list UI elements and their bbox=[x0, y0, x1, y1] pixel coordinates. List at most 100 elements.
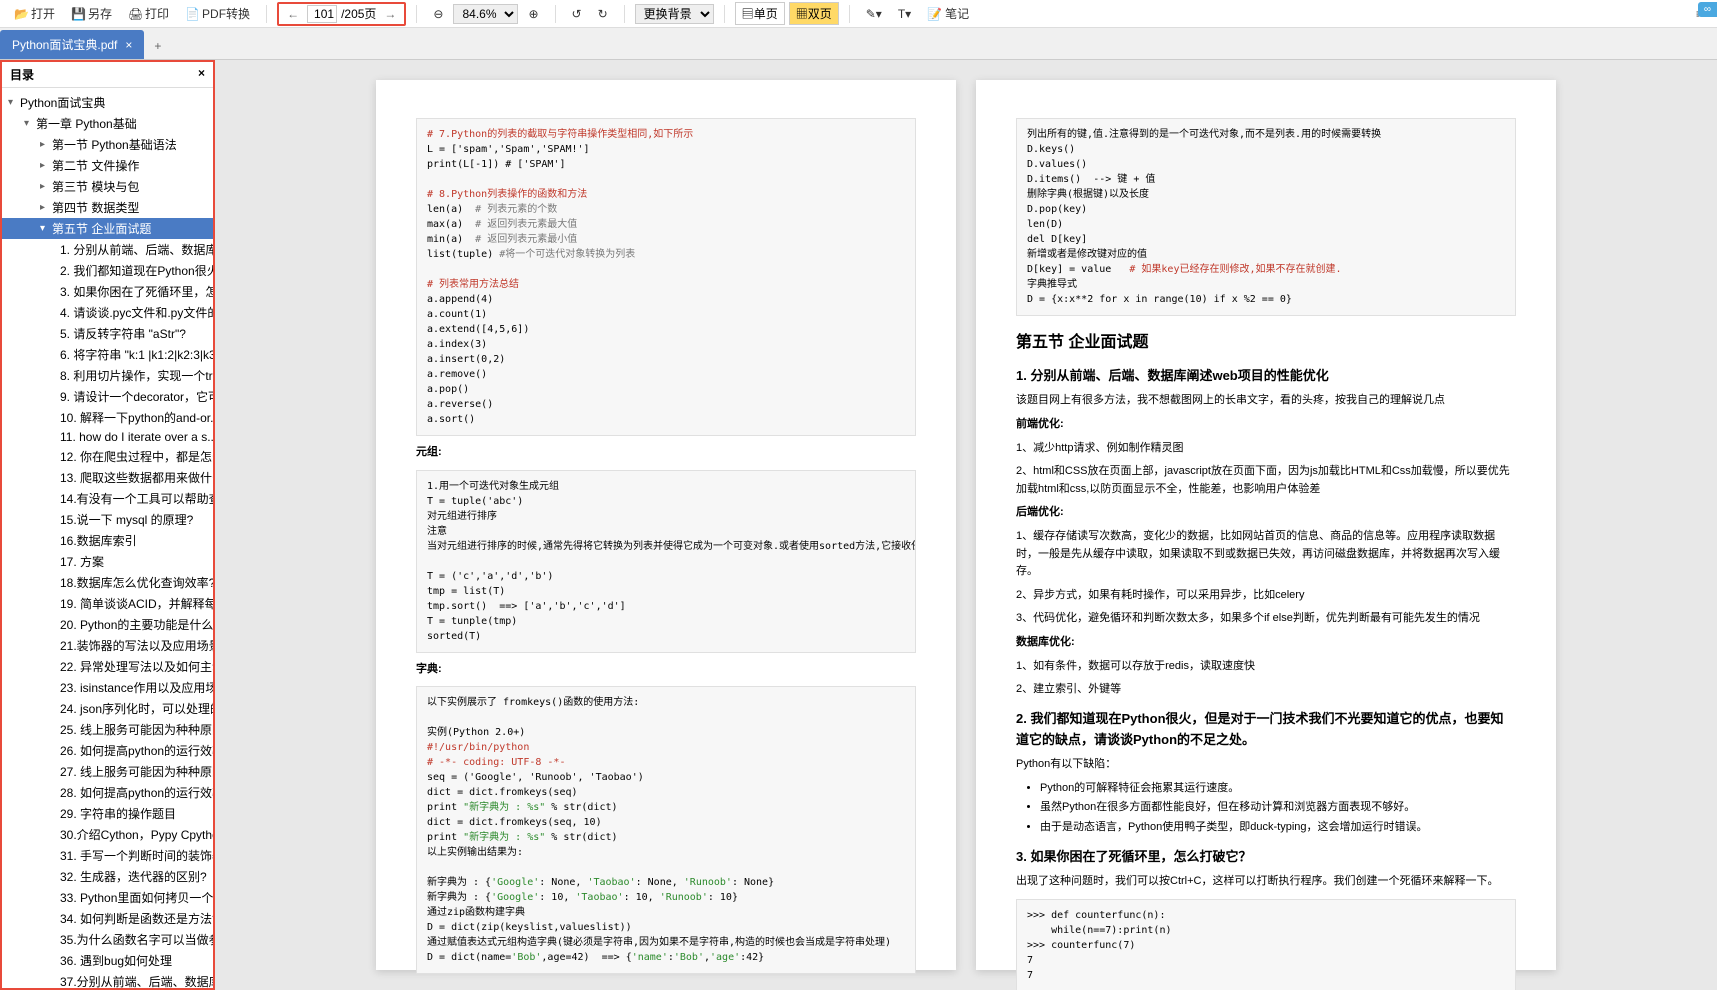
question-title: 3. 如果你困在了死循环里，怎么打破它？ bbox=[1016, 847, 1516, 868]
rotate-left-button[interactable]: ↺ bbox=[566, 5, 588, 23]
outline-sidebar: 目录 × ▾Python面试宝典 ▾第一章 Python基础 ▸第一节 Pyth… bbox=[0, 60, 215, 990]
tree-section[interactable]: ▸第三节 模块与包 bbox=[2, 176, 213, 197]
paragraph: 1、缓存存储读写次数高，变化少的数据，比如网站首页的信息、商品的信息等。应用程序… bbox=[1016, 528, 1516, 581]
tree-question-item[interactable]: 16.数据库索引 bbox=[2, 530, 213, 551]
page-right: 列出所有的键,值.注意得到的是一个可迭代对象,而不是列表.用的时候需要转换 D.… bbox=[976, 80, 1556, 970]
open-button[interactable]: 📂打开 bbox=[8, 3, 61, 24]
outline-tree: ▾Python面试宝典 ▾第一章 Python基础 ▸第一节 Python基础语… bbox=[2, 88, 213, 988]
zoom-in-button[interactable]: ⊕ bbox=[522, 5, 544, 23]
document-tab[interactable]: Python面试宝典.pdf × bbox=[0, 30, 144, 59]
label: 数据库优化: bbox=[1016, 634, 1516, 652]
tree-section[interactable]: ▸第二节 文件操作 bbox=[2, 155, 213, 176]
tree-question-item[interactable]: 18.数据库怎么优化查询效率? bbox=[2, 572, 213, 593]
tree-question-item[interactable]: 1. 分别从前端、后端、数据库... bbox=[2, 239, 213, 260]
tree-section[interactable]: ▸第一节 Python基础语法 bbox=[2, 134, 213, 155]
tree-question-item[interactable]: 29. 字符串的操作题目 bbox=[2, 803, 213, 824]
label: 前端优化: bbox=[1016, 416, 1516, 434]
paragraph: Python有以下缺陷： bbox=[1016, 756, 1516, 774]
tree-question-item[interactable]: 8. 利用切片操作，实现一个trim... bbox=[2, 365, 213, 386]
tree-question-item[interactable]: 2. 我们都知道现在Python很火... bbox=[2, 260, 213, 281]
tree-question-item[interactable]: 10. 解释一下python的and-or... bbox=[2, 407, 213, 428]
code-block: # 7.Python的列表的截取与字符串操作类型相同,如下所示 L = ['sp… bbox=[416, 118, 916, 436]
tree-question-item[interactable]: 34. 如何判断是函数还是方法? bbox=[2, 908, 213, 929]
tree-question-item[interactable]: 20. Python的主要功能是什么? bbox=[2, 614, 213, 635]
tree-question-item[interactable]: 11. how do I iterate over a s... bbox=[2, 428, 213, 446]
tree-root[interactable]: ▾Python面试宝典 bbox=[2, 92, 213, 113]
paragraph: 出现了这种问题时，我们可以按Ctrl+C，这样可以打断执行程序。我们创建一个死循… bbox=[1016, 873, 1516, 891]
paragraph: 1、如有条件，数据可以存放于redis，读取速度快 bbox=[1016, 658, 1516, 676]
tree-question-item[interactable]: 5. 请反转字符串 "aStr"? bbox=[2, 323, 213, 344]
text-button[interactable]: T▾ bbox=[892, 5, 917, 23]
page-total: /205页 bbox=[341, 5, 376, 22]
tree-question-item[interactable]: 3. 如果你困在了死循环里，怎... bbox=[2, 281, 213, 302]
tree-question-item[interactable]: 25. 线上服务可能因为种种原因... bbox=[2, 719, 213, 740]
tree-question-item[interactable]: 15.说一下 mysql 的原理? bbox=[2, 509, 213, 530]
tree-question-item[interactable]: 26. 如何提高python的运行效率... bbox=[2, 740, 213, 761]
add-tab-button[interactable]: + bbox=[144, 33, 171, 59]
tree-question-item[interactable]: 28. 如何提高python的运行效率... bbox=[2, 782, 213, 803]
tree-question-item[interactable]: 22. 异常处理写法以及如何主动... bbox=[2, 656, 213, 677]
tabs-bar: Python面试宝典.pdf × + bbox=[0, 28, 1717, 60]
paragraph: 1、减少http请求、例如制作精灵图 bbox=[1016, 440, 1516, 458]
print-button[interactable]: 🖨打印 bbox=[122, 3, 175, 24]
paragraph: 2、html和CSS放在页面上部，javascript放在页面下面，因为js加载… bbox=[1016, 463, 1516, 498]
label: 后端优化: bbox=[1016, 504, 1516, 522]
tree-question-item[interactable]: 36. 遇到bug如何处理 bbox=[2, 950, 213, 971]
zoom-select[interactable]: 84.6% bbox=[453, 4, 518, 24]
tree-question-item[interactable]: 33. Python里面如何拷贝一个对... bbox=[2, 887, 213, 908]
tree-question-item[interactable]: 9. 请设计一个decorator，它可... bbox=[2, 386, 213, 407]
tree-section[interactable]: ▸第四节 数据类型 bbox=[2, 197, 213, 218]
tab-close-icon[interactable]: × bbox=[125, 38, 132, 52]
double-page-button[interactable]: ▦双页 bbox=[789, 2, 839, 25]
sidebar-close-icon[interactable]: × bbox=[198, 66, 205, 83]
paragraph: 2、建立索引、外键等 bbox=[1016, 681, 1516, 699]
page-input[interactable] bbox=[307, 5, 337, 23]
page-navigation: ← /205页 → bbox=[277, 2, 406, 26]
zoom-out-button[interactable]: ⊖ bbox=[427, 5, 449, 23]
main-toolbar: 📂打开 💾另存 🖨打印 📄PDF转换 ← /205页 → ⊖ 84.6% ⊕ ↺… bbox=[0, 0, 1717, 28]
tuple-header: 元组: bbox=[416, 444, 916, 462]
question-title: 1. 分别从前端、后端、数据库阐述web项目的性能优化 bbox=[1016, 366, 1516, 387]
tree-question-item[interactable]: 32. 生成器，迭代器的区别? bbox=[2, 866, 213, 887]
tree-question-item[interactable]: 14.有没有一个工具可以帮助查... bbox=[2, 488, 213, 509]
tree-question-item[interactable]: 21.装饰器的写法以及应用场景... bbox=[2, 635, 213, 656]
document-content[interactable]: # 7.Python的列表的截取与字符串操作类型相同,如下所示 L = ['sp… bbox=[215, 60, 1717, 990]
tree-question-item[interactable]: 31. 手写一个判断时间的装饰器 bbox=[2, 845, 213, 866]
bullet-list: Python的可解释特征会拖累其运行速度。 虽然Python在很多方面都性能良好… bbox=[1040, 780, 1516, 837]
tree-question-item[interactable]: 23. isinstance作用以及应用场... bbox=[2, 677, 213, 698]
tree-question-item[interactable]: 27. 线上服务可能因为种种原因... bbox=[2, 761, 213, 782]
list-item: 由于是动态语言，Python使用鸭子类型，即duck-typing，这会增加运行… bbox=[1040, 819, 1516, 837]
paragraph: 3、代码优化，避免循环和判断次数太多，如果多个if else判断，优先判断最有可… bbox=[1016, 610, 1516, 628]
page-left: # 7.Python的列表的截取与字符串操作类型相同,如下所示 L = ['sp… bbox=[376, 80, 956, 970]
tree-question-item[interactable]: 24. json序列化时，可以处理的... bbox=[2, 698, 213, 719]
tree-question-item[interactable]: 30.介绍Cython，Pypy Cpython... bbox=[2, 824, 213, 845]
tree-question-item[interactable]: 37.分别从前端、后端、数据库... bbox=[2, 971, 213, 988]
tree-question-item[interactable]: 17. 方案 bbox=[2, 551, 213, 572]
tree-question-item[interactable]: 6. 将字符串 "k:1 |k1:2|k2:3|k3... bbox=[2, 344, 213, 365]
tab-title: Python面试宝典.pdf bbox=[12, 36, 117, 53]
tree-chapter[interactable]: ▾第一章 Python基础 bbox=[2, 113, 213, 134]
paragraph: 2、异步方式，如果有耗时操作，可以采用异步，比如celery bbox=[1016, 587, 1516, 605]
prev-page-button[interactable]: ← bbox=[283, 7, 303, 21]
change-bg-select[interactable]: 更换背景 bbox=[635, 4, 714, 24]
save-button[interactable]: 💾另存 bbox=[65, 3, 118, 24]
next-page-button[interactable]: → bbox=[380, 7, 400, 21]
single-page-button[interactable]: ▤单页 bbox=[735, 2, 785, 25]
code-block: 1.用一个可迭代对象生成元组 T = tuple('abc') 对元组进行排序 … bbox=[416, 470, 916, 653]
pdf-convert-button[interactable]: 📄PDF转换 bbox=[179, 3, 256, 24]
section-title: 第五节 企业面试题 bbox=[1016, 330, 1516, 356]
tree-section-selected[interactable]: ▾第五节 企业面试题 bbox=[2, 218, 213, 239]
highlight-button[interactable]: ✎▾ bbox=[860, 5, 888, 23]
paragraph: 该题目网上有很多方法，我不想截图网上的长串文字，看的头疼，按我自己的理解说几点 bbox=[1016, 392, 1516, 410]
tree-question-item[interactable]: 4. 请谈谈.pyc文件和.py文件的... bbox=[2, 302, 213, 323]
watermark-icon: ∞ bbox=[1698, 2, 1717, 17]
tree-question-item[interactable]: 19. 简单谈谈ACID，并解释每一... bbox=[2, 593, 213, 614]
list-item: Python的可解释特征会拖累其运行速度。 bbox=[1040, 780, 1516, 798]
code-block: >>> def counterfunc(n): while(n==7):prin… bbox=[1016, 899, 1516, 990]
tree-question-item[interactable]: 35.为什么函数名字可以当做参... bbox=[2, 929, 213, 950]
code-block: 列出所有的键,值.注意得到的是一个可迭代对象,而不是列表.用的时候需要转换 D.… bbox=[1016, 118, 1516, 316]
notes-button[interactable]: 📝笔记 bbox=[921, 3, 975, 24]
tree-question-item[interactable]: 13. 爬取这些数据都用来做什么... bbox=[2, 467, 213, 488]
rotate-right-button[interactable]: ↻ bbox=[592, 5, 614, 23]
tree-question-item[interactable]: 12. 你在爬虫过程中，都是怎么... bbox=[2, 446, 213, 467]
